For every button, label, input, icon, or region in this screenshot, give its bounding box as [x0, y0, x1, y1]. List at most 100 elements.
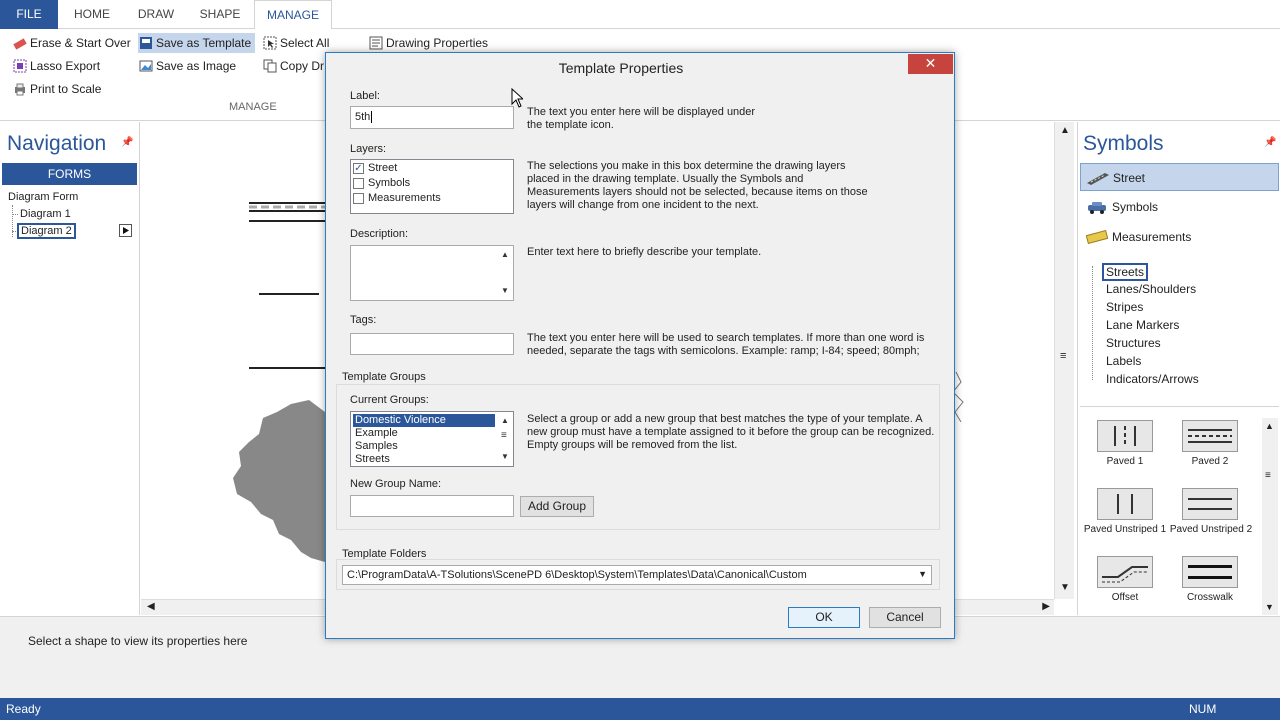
group-samples[interactable]: Samples	[353, 440, 495, 453]
lasso-export-button[interactable]: Lasso Export	[12, 56, 104, 76]
ok-button[interactable]: OK	[788, 607, 860, 628]
pin-icon[interactable]: 📌	[121, 137, 133, 148]
tile-label: Paved 1	[1106, 456, 1144, 467]
label-input[interactable]: 5th	[350, 106, 514, 129]
description-help: Enter text here to briefly describe your…	[527, 246, 762, 258]
dialog-titlebar[interactable]: Template Properties ✕	[326, 53, 954, 81]
save-as-image-button[interactable]: Save as Image	[138, 56, 240, 76]
forms-button[interactable]: FORMS	[2, 163, 137, 185]
status-bar: Ready NUM	[0, 698, 1280, 720]
subcategory-lanes-shoulders[interactable]: Lanes/Shoulders	[1106, 282, 1196, 296]
select-all-button[interactable]: Select All	[262, 33, 333, 53]
mouse-cursor-icon	[511, 88, 523, 108]
subcategory-streets[interactable]: Streets	[1102, 263, 1149, 281]
scroll-down-icon[interactable]: ▼	[501, 452, 509, 461]
checkbox-street[interactable]: ✓	[353, 163, 364, 174]
ruler-icon	[1086, 230, 1108, 244]
layer-measurements[interactable]: Measurements	[351, 192, 511, 206]
scroll-down-icon[interactable]: ▼	[501, 286, 509, 295]
group-streets[interactable]: Streets	[353, 453, 495, 466]
tab-file[interactable]: FILE	[0, 0, 58, 29]
tile-paved-unstriped-2[interactable]	[1182, 488, 1238, 520]
scroll-thumb-icon[interactable]: ≡	[1265, 470, 1271, 481]
tile-paved-2[interactable]	[1182, 420, 1238, 452]
group-example[interactable]: Example	[353, 427, 495, 440]
printer-icon	[15, 83, 25, 96]
tile-paved-unstriped-1[interactable]	[1097, 488, 1153, 520]
pin-icon[interactable]: 📌	[1264, 137, 1276, 148]
vertical-scrollbar[interactable]: ▲ ≡ ▼	[1054, 122, 1074, 599]
current-groups-list[interactable]: Domestic Violence Example Samples Street…	[350, 411, 514, 467]
group-domestic-violence[interactable]: Domestic Violence	[353, 414, 495, 427]
blob-shape	[233, 400, 325, 562]
erase-start-over-label: Erase & Start Over	[30, 36, 131, 50]
layer-measurements-label: Measurements	[368, 192, 441, 204]
properties-icon	[369, 36, 383, 50]
navigation-pane: Navigation 📌 FORMS Diagram Form Diagram …	[0, 122, 140, 615]
copy-drawing-label: Copy Dr	[280, 59, 325, 73]
tree-item-diagram-2[interactable]: Diagram 2	[17, 223, 76, 239]
cancel-button[interactable]: Cancel	[869, 607, 941, 628]
drawing-properties-button[interactable]: Drawing Properties	[368, 33, 492, 53]
layer-street[interactable]: ✓ Street	[351, 162, 511, 176]
play-icon[interactable]	[119, 224, 132, 237]
save-as-template-button[interactable]: Save as Template	[138, 33, 256, 53]
tab-home[interactable]: HOME	[62, 0, 122, 29]
scroll-thumb-icon[interactable]: ≡	[501, 430, 507, 441]
subcategory-indicators-arrows[interactable]: Indicators/Arrows	[1106, 372, 1199, 386]
print-to-scale-label: Print to Scale	[30, 82, 102, 96]
checkbox-measurements[interactable]	[353, 193, 364, 204]
label-help: The text you enter here will be displaye…	[527, 106, 756, 131]
tile-paved-1[interactable]	[1097, 420, 1153, 452]
tree-item-diagram-1[interactable]: Diagram 1	[20, 208, 71, 220]
scroll-up-icon[interactable]: ▲	[501, 416, 509, 425]
scroll-left-icon[interactable]: ◀	[147, 601, 155, 612]
layers-caption: Layers:	[350, 143, 387, 155]
layers-help: The selections you make in this box dete…	[527, 160, 868, 211]
tile-crosswalk[interactable]	[1182, 556, 1238, 588]
tab-draw[interactable]: DRAW	[126, 0, 186, 29]
copy-drawing-button[interactable]: Copy Dr	[262, 56, 328, 76]
tile-label: Paved 2	[1191, 456, 1229, 467]
scroll-down-icon[interactable]: ▼	[1265, 602, 1274, 612]
lasso-export-label: Lasso Export	[30, 59, 101, 73]
close-icon[interactable]: ✕	[908, 54, 953, 74]
new-group-input[interactable]	[350, 495, 514, 517]
scroll-down-icon[interactable]: ▼	[1060, 582, 1070, 593]
category-street[interactable]: Street	[1080, 163, 1279, 191]
tile-label: Crosswalk	[1186, 592, 1234, 603]
scroll-up-icon[interactable]: ▲	[1060, 125, 1070, 136]
groups-scrollbar[interactable]: ▲ ≡ ▼	[497, 412, 513, 466]
tab-shape[interactable]: SHAPE	[190, 0, 250, 29]
category-symbols[interactable]: Symbols	[1080, 193, 1279, 221]
template-icon	[140, 37, 152, 49]
tiles-scrollbar[interactable]: ▲ ≡ ▼	[1262, 418, 1278, 615]
description-input[interactable]: ▲ ▼	[350, 245, 514, 301]
subcategory-lane-markers[interactable]: Lane Markers	[1106, 318, 1179, 332]
ribbon-tabbar: FILE HOME DRAW SHAPE MANAGE	[0, 0, 1280, 30]
category-measurements[interactable]: Measurements	[1080, 223, 1279, 251]
checkbox-symbols[interactable]	[353, 178, 364, 189]
erase-start-over-button[interactable]: Erase & Start Over	[12, 33, 135, 53]
tile-offset[interactable]	[1097, 556, 1153, 588]
template-folder-select[interactable]: C:\ProgramData\A-TSolutions\ScenePD 6\De…	[342, 565, 932, 585]
add-group-button[interactable]: Add Group	[520, 496, 594, 517]
scroll-up-icon[interactable]: ▲	[1265, 421, 1274, 431]
symbols-title: Symbols	[1083, 132, 1164, 155]
print-to-scale-button[interactable]: Print to Scale	[12, 79, 105, 99]
tree-root[interactable]: Diagram Form	[8, 191, 78, 203]
subcategory-labels[interactable]: Labels	[1106, 354, 1141, 368]
description-scrollbar[interactable]: ▲ ▼	[497, 246, 513, 300]
scroll-right-icon[interactable]: ▶	[1042, 601, 1050, 612]
scroll-up-icon[interactable]: ▲	[501, 250, 509, 259]
tags-input[interactable]	[350, 333, 514, 355]
subcategory-stripes[interactable]: Stripes	[1106, 300, 1143, 314]
chevron-down-icon[interactable]: ▼	[918, 569, 927, 579]
layer-symbols[interactable]: Symbols	[351, 177, 511, 191]
tab-manage[interactable]: MANAGE	[254, 0, 332, 30]
layers-list[interactable]: ✓ Street Symbols Measurements	[350, 159, 514, 214]
category-measurements-label: Measurements	[1112, 230, 1192, 244]
tree-connector-h1	[12, 214, 18, 215]
subcategory-structures[interactable]: Structures	[1106, 336, 1161, 350]
scroll-thumb-icon[interactable]: ≡	[1060, 350, 1066, 362]
